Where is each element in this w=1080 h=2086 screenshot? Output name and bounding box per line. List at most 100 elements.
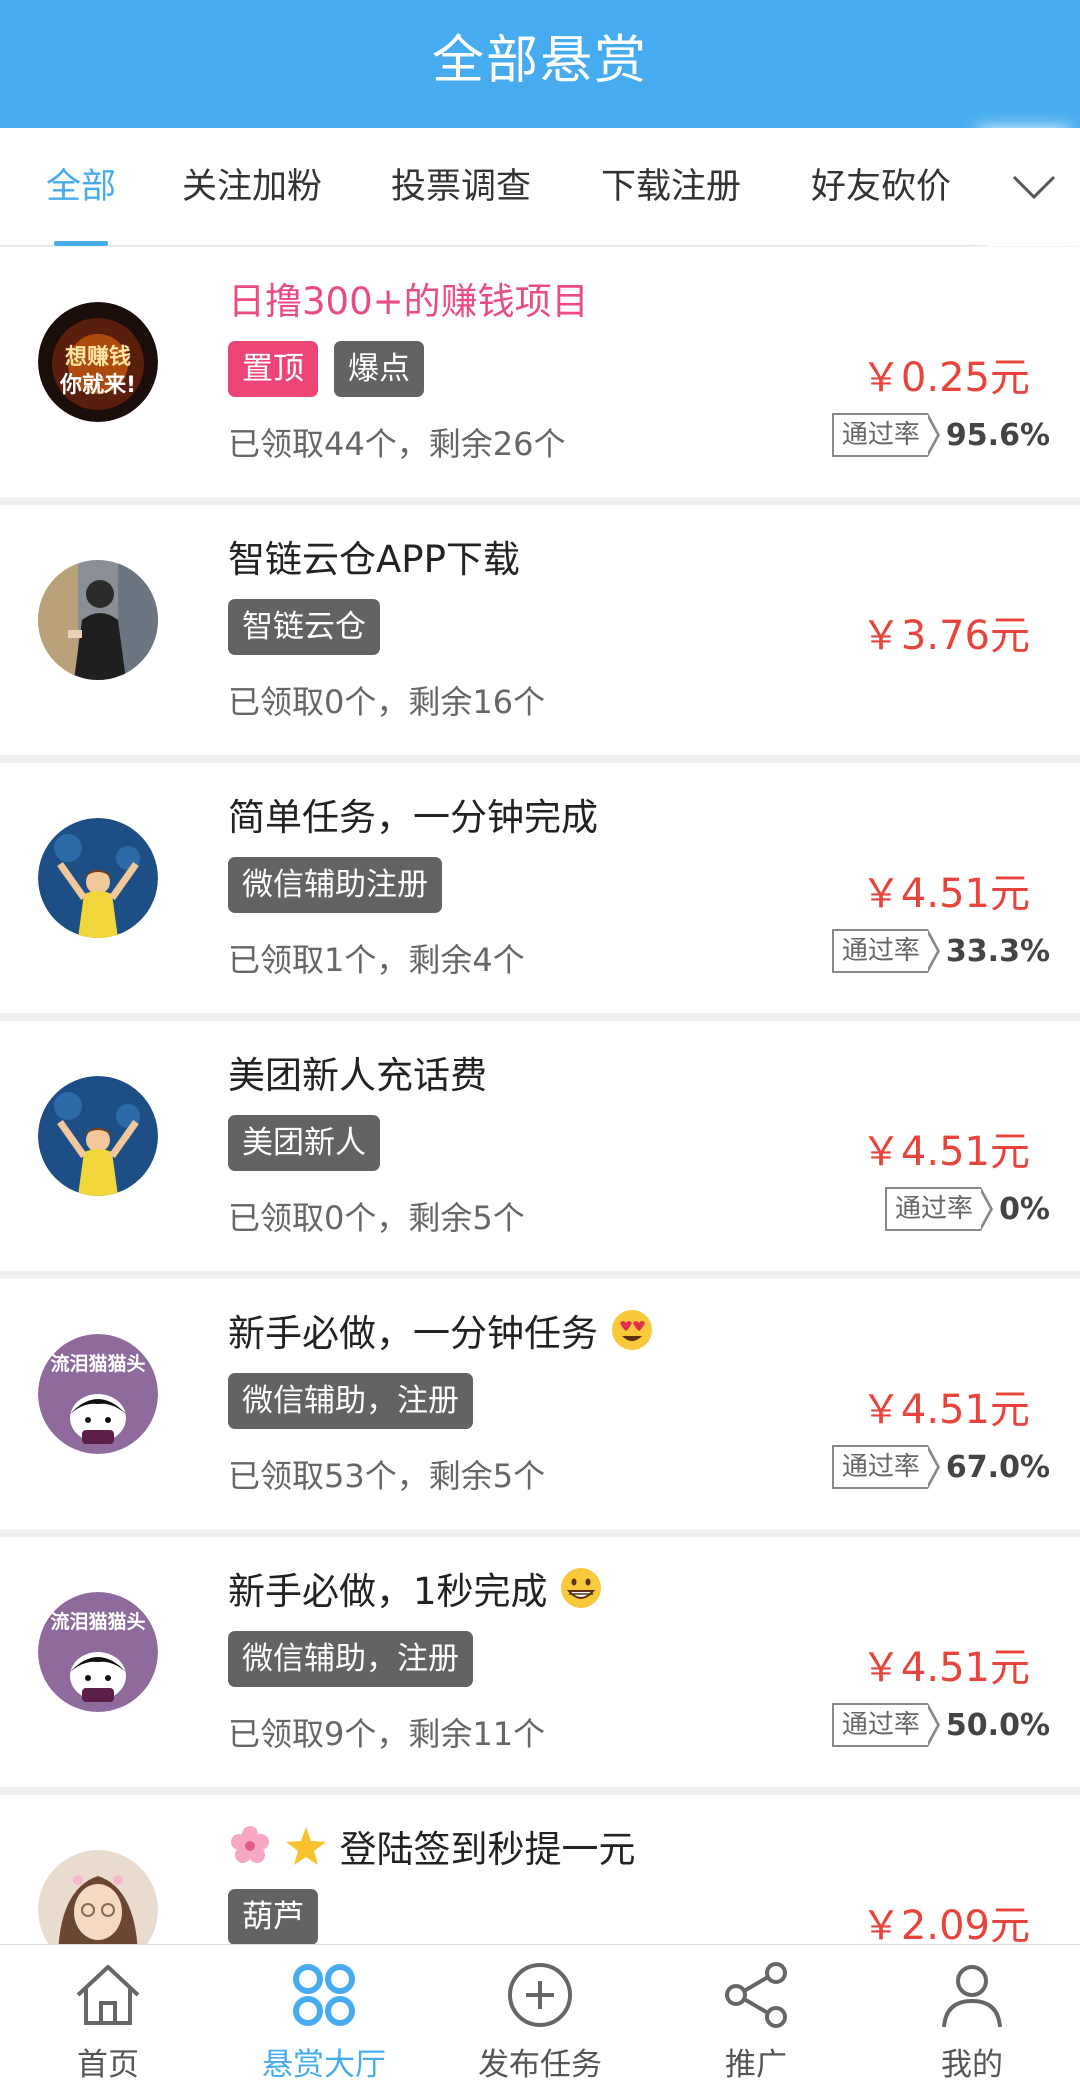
- tag-group: 葫芦: [228, 1889, 318, 1945]
- task-item[interactable]: 智链云仓APP下载 智链云仓 已领取0个，剩余16个 ￥3.76元: [0, 505, 1080, 755]
- pass-rate-arrow: [925, 929, 940, 973]
- task-stats: 已领取53个，剩余5个: [228, 1457, 546, 1495]
- pass-rate-label: 通过率: [831, 413, 928, 457]
- category-tabs: 全部 关注加粉 投票调查 下载注册 好友砍价: [0, 128, 1080, 246]
- pass-rate-value: 0%: [999, 1191, 1050, 1227]
- pass-rate-value: 50.0%: [945, 1707, 1050, 1743]
- more-tabs-button[interactable]: [988, 128, 1080, 246]
- nav-home[interactable]: 首页: [0, 1945, 216, 2086]
- pass-rate-arrow: [925, 1445, 940, 1489]
- tab-download[interactable]: 下载注册: [601, 128, 741, 246]
- pass-rate-value: 95.6%: [945, 417, 1050, 453]
- pass-rate-value: 33.3%: [945, 933, 1050, 969]
- task-stats: 已领取1个，剩余4个: [228, 941, 525, 979]
- task-stats: 已领取0个，剩余16个: [228, 683, 546, 721]
- task-title: 新手必做，1秒完成: [228, 1561, 603, 1615]
- tab-all[interactable]: 全部: [46, 128, 116, 246]
- task-item[interactable]: 流泪猫猫头 新手必做，一分钟任务 微信辅助，注册 已领取53个，剩余5个 ￥4.…: [0, 1279, 1080, 1529]
- tab-bargain[interactable]: 好友砍价: [811, 128, 951, 246]
- task-price: ￥0.25元: [860, 355, 1030, 401]
- avatar: 想赚钱 你就来!: [38, 302, 158, 422]
- task-stats: 已领取9个，剩余11个: [228, 1715, 546, 1753]
- task-price: ￥2.09元: [860, 1903, 1030, 1949]
- pass-rate-label: 通过率: [831, 929, 928, 973]
- star-emoji-icon: [285, 1827, 326, 1865]
- pass-rate-value: 67.0%: [945, 1449, 1050, 1485]
- tag-group: 微信辅助，注册: [228, 1631, 473, 1687]
- tag-group: 智链云仓: [228, 599, 380, 655]
- tag-group: 置顶 爆点: [228, 341, 424, 397]
- tag-group: 微信辅助注册: [228, 857, 442, 913]
- page-title: 全部悬赏: [431, 31, 648, 91]
- pass-rate-arrow: [925, 1703, 940, 1747]
- pass-rate: 通过率 95.6%: [831, 413, 1050, 457]
- plus-circle-icon: [508, 1963, 572, 2027]
- task-title: 智链云仓APP下载: [228, 538, 520, 581]
- pass-rate-label: 通过率: [831, 1703, 928, 1747]
- nav-label: 推广: [725, 2047, 787, 2083]
- tag-group: 微信辅助，注册: [228, 1373, 473, 1429]
- task-title-text: 新手必做，一分钟任务: [228, 1312, 598, 1355]
- task-title: 日撸300+的赚钱项目: [228, 280, 589, 323]
- nav-promote[interactable]: 推广: [648, 1945, 864, 2086]
- task-title: 新手必做，一分钟任务: [228, 1303, 654, 1357]
- pass-rate-label: 通过率: [831, 1445, 928, 1489]
- pass-rate-arrow: [925, 413, 940, 457]
- nav-publish-task[interactable]: 发布任务: [432, 1945, 648, 2086]
- share-icon: [725, 1962, 787, 2028]
- avatar: [38, 1076, 158, 1196]
- task-title: 美团新人充话费: [228, 1054, 487, 1097]
- task-price: ￥4.51元: [860, 1387, 1030, 1433]
- task-title-text: 新手必做，1秒完成: [228, 1570, 548, 1613]
- task-item[interactable]: 美团新人充话费 美团新人 已领取0个，剩余5个 ￥4.51元 通过率 0%: [0, 1021, 1080, 1271]
- tag: 智链云仓: [228, 599, 380, 655]
- tag-hot: 爆点: [334, 341, 424, 397]
- tab-follow[interactable]: 关注加粉: [182, 128, 322, 246]
- nav-label: 悬赏大厅: [262, 2047, 386, 2083]
- pass-rate: 通过率 0%: [885, 1187, 1050, 1231]
- bottom-nav: 首页 悬赏大厅 发布任务 推广 我的: [0, 1944, 1080, 2086]
- nav-mine[interactable]: 我的: [864, 1945, 1080, 2086]
- app-header: 全部悬赏: [0, 0, 1080, 128]
- avatar: 流泪猫猫头: [38, 1592, 158, 1712]
- blossom-emoji-icon: [231, 1826, 269, 1863]
- tab-vote[interactable]: 投票调查: [391, 128, 531, 246]
- svg-text:流泪猫猫头: 流泪猫猫头: [50, 1352, 145, 1375]
- nav-label: 我的: [941, 2047, 1003, 2083]
- pass-rate-label: 通过率: [885, 1187, 982, 1231]
- task-price: ￥4.51元: [860, 1129, 1030, 1175]
- grid-icon: [293, 1964, 355, 2026]
- chevron-down-icon: [1012, 175, 1056, 200]
- tag-pinned: 置顶: [228, 341, 318, 397]
- user-icon: [942, 1965, 1002, 2028]
- task-stats: 已领取44个，剩余26个: [228, 425, 566, 463]
- pass-rate-arrow: [979, 1187, 994, 1231]
- tag: 美团新人: [228, 1115, 380, 1171]
- tag: 葫芦: [228, 1889, 318, 1945]
- pass-rate: 通过率 33.3%: [831, 929, 1050, 973]
- avatar: 流泪猫猫头: [38, 1334, 158, 1454]
- task-title: 登陆签到秒提一元: [228, 1819, 636, 1873]
- task-item[interactable]: 想赚钱 你就来! 日撸300+的赚钱项目 置顶 爆点 已领取44个，剩余26个 …: [0, 247, 1080, 497]
- home-icon: [76, 1965, 140, 2025]
- nav-label: 发布任务: [478, 2047, 602, 2083]
- pass-rate: 通过率 67.0%: [831, 1445, 1050, 1489]
- tag: 微信辅助，注册: [228, 1631, 473, 1687]
- grin-emoji-icon: [561, 1568, 602, 1608]
- nav-label: 首页: [77, 2047, 139, 2083]
- tag: 微信辅助，注册: [228, 1373, 473, 1429]
- task-item[interactable]: 流泪猫猫头 新手必做，1秒完成 微信辅助，注册 已领取9个，剩余11个 ￥4.5…: [0, 1537, 1080, 1787]
- svg-text:流泪猫猫头: 流泪猫猫头: [50, 1610, 145, 1633]
- task-item[interactable]: 简单任务，一分钟完成 微信辅助注册 已领取1个，剩余4个 ￥4.51元 通过率 …: [0, 763, 1080, 1013]
- avatar: [38, 560, 158, 680]
- tag: 微信辅助注册: [228, 857, 442, 913]
- task-price: ￥4.51元: [860, 1645, 1030, 1691]
- nav-reward-hall[interactable]: 悬赏大厅: [216, 1945, 432, 2086]
- tag-group: 美团新人: [228, 1115, 380, 1171]
- task-title-text: 登陆签到秒提一元: [339, 1828, 636, 1871]
- pass-rate: 通过率 50.0%: [831, 1703, 1050, 1747]
- task-price: ￥4.51元: [860, 871, 1030, 917]
- task-stats: 已领取0个，剩余5个: [228, 1199, 525, 1237]
- task-item[interactable]: 登陆签到秒提一元 葫芦 ￥2.09元: [0, 1795, 1080, 1970]
- svg-text:想赚钱: 想赚钱: [65, 344, 131, 370]
